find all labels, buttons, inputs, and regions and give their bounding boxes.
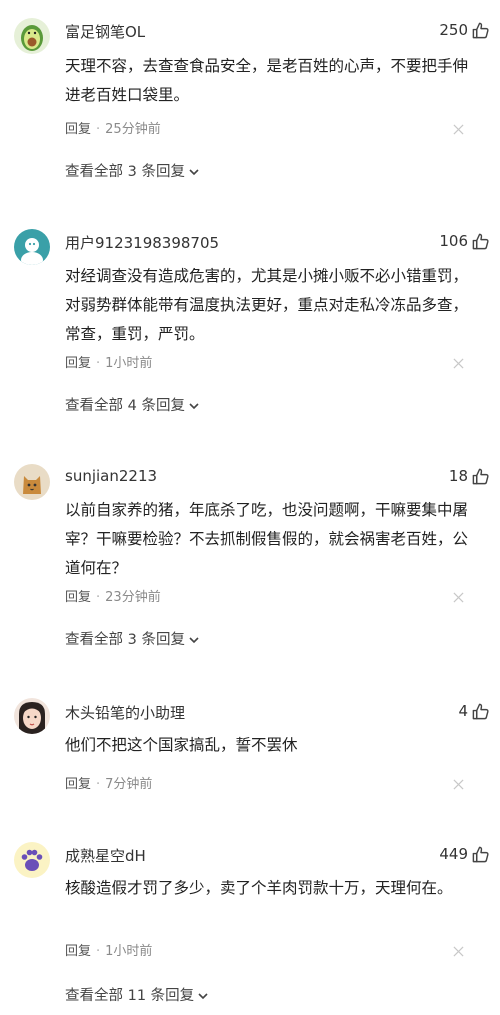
view-all-replies-label: 查看全部 3 条回复	[65, 164, 185, 180]
avocado-avatar[interactable]	[14, 18, 50, 54]
view-all-replies-button[interactable]: 查看全部 3 条回复	[65, 160, 200, 181]
username[interactable]: 富足钢笔OL	[65, 21, 145, 42]
chevron-down-icon	[188, 167, 200, 177]
like-count: 250	[439, 21, 468, 39]
comment-text: 以前自家养的猪，年底杀了吃，也没问题啊，干嘛要集中屠宰？干嘛要检验？不去抓制假售…	[65, 501, 469, 577]
reply-button[interactable]: 回复	[65, 944, 91, 959]
close-icon[interactable]	[453, 946, 464, 957]
thumbs-up-icon[interactable]	[471, 845, 490, 864]
comment-time: 25分钟前	[105, 122, 161, 137]
separator-dot: ·	[96, 356, 101, 371]
comment-time: 23分钟前	[105, 590, 161, 605]
username[interactable]: 成熟星空dH	[65, 845, 146, 866]
comment-text: 他们不把这个国家搞乱，誓不罢休	[65, 736, 298, 754]
thumbs-up-icon[interactable]	[471, 232, 490, 251]
reply-button[interactable]: 回复	[65, 590, 91, 605]
reply-button[interactable]: 回复	[65, 777, 91, 792]
chevron-down-icon	[197, 991, 209, 1001]
comment-time: 7分钟前	[105, 777, 153, 792]
like-count: 449	[439, 845, 468, 863]
paw-avatar[interactable]	[14, 842, 50, 878]
default-user-avatar[interactable]	[14, 229, 50, 265]
username[interactable]: 用户9123198398705	[65, 232, 219, 253]
comment-meta: 回复 · 1小时前	[65, 940, 152, 959]
chevron-down-icon	[188, 635, 200, 645]
view-all-replies-label: 查看全部 3 条回复	[65, 632, 185, 648]
comment-meta: 回复 · 25分钟前	[65, 118, 161, 137]
username[interactable]: sunjian2213	[65, 467, 157, 485]
comment-text: 对经调查没有造成危害的，尤其是小摊小贩不必小错重罚，对弱势群体能带有温度执法更好…	[65, 267, 469, 343]
comment-meta: 回复 · 23分钟前	[65, 586, 161, 605]
thumbs-up-icon[interactable]	[471, 467, 490, 486]
close-icon[interactable]	[453, 358, 464, 369]
comment-text: 天理不容，去查查食品安全，是老百姓的心声，不要把手伸进老百姓口袋里。	[65, 57, 469, 104]
like-count: 18	[448, 467, 468, 485]
thumbs-up-icon[interactable]	[471, 21, 490, 40]
comment-time: 1小时前	[105, 944, 153, 959]
view-all-replies-button[interactable]: 查看全部 4 条回复	[65, 394, 200, 415]
view-all-replies-label: 查看全部 4 条回复	[65, 398, 185, 414]
comment-meta: 回复 · 1小时前	[65, 352, 152, 371]
separator-dot: ·	[96, 122, 101, 137]
cat-avatar[interactable]	[14, 464, 50, 500]
close-icon[interactable]	[453, 124, 464, 135]
separator-dot: ·	[96, 590, 101, 605]
close-icon[interactable]	[453, 592, 464, 603]
like-count: 4	[458, 702, 468, 720]
comment-text: 核酸造假才罚了多少，卖了个羊肉罚款十万，天理何在。	[65, 879, 453, 897]
close-icon[interactable]	[453, 779, 464, 790]
comment-meta: 回复 · 7分钟前	[65, 773, 152, 792]
like-count: 106	[439, 232, 468, 250]
separator-dot: ·	[96, 777, 101, 792]
chevron-down-icon	[188, 401, 200, 411]
reply-button[interactable]: 回复	[65, 122, 91, 137]
comment-time: 1小时前	[105, 356, 153, 371]
reply-button[interactable]: 回复	[65, 356, 91, 371]
username[interactable]: 木头铅笔的小助理	[65, 702, 185, 723]
view-all-replies-label: 查看全部 11 条回复	[65, 988, 195, 1004]
separator-dot: ·	[96, 944, 101, 959]
girl-photo-avatar[interactable]	[14, 698, 50, 734]
view-all-replies-button[interactable]: 查看全部 11 条回复	[65, 984, 209, 1005]
view-all-replies-button[interactable]: 查看全部 3 条回复	[65, 628, 200, 649]
thumbs-up-icon[interactable]	[471, 702, 490, 721]
